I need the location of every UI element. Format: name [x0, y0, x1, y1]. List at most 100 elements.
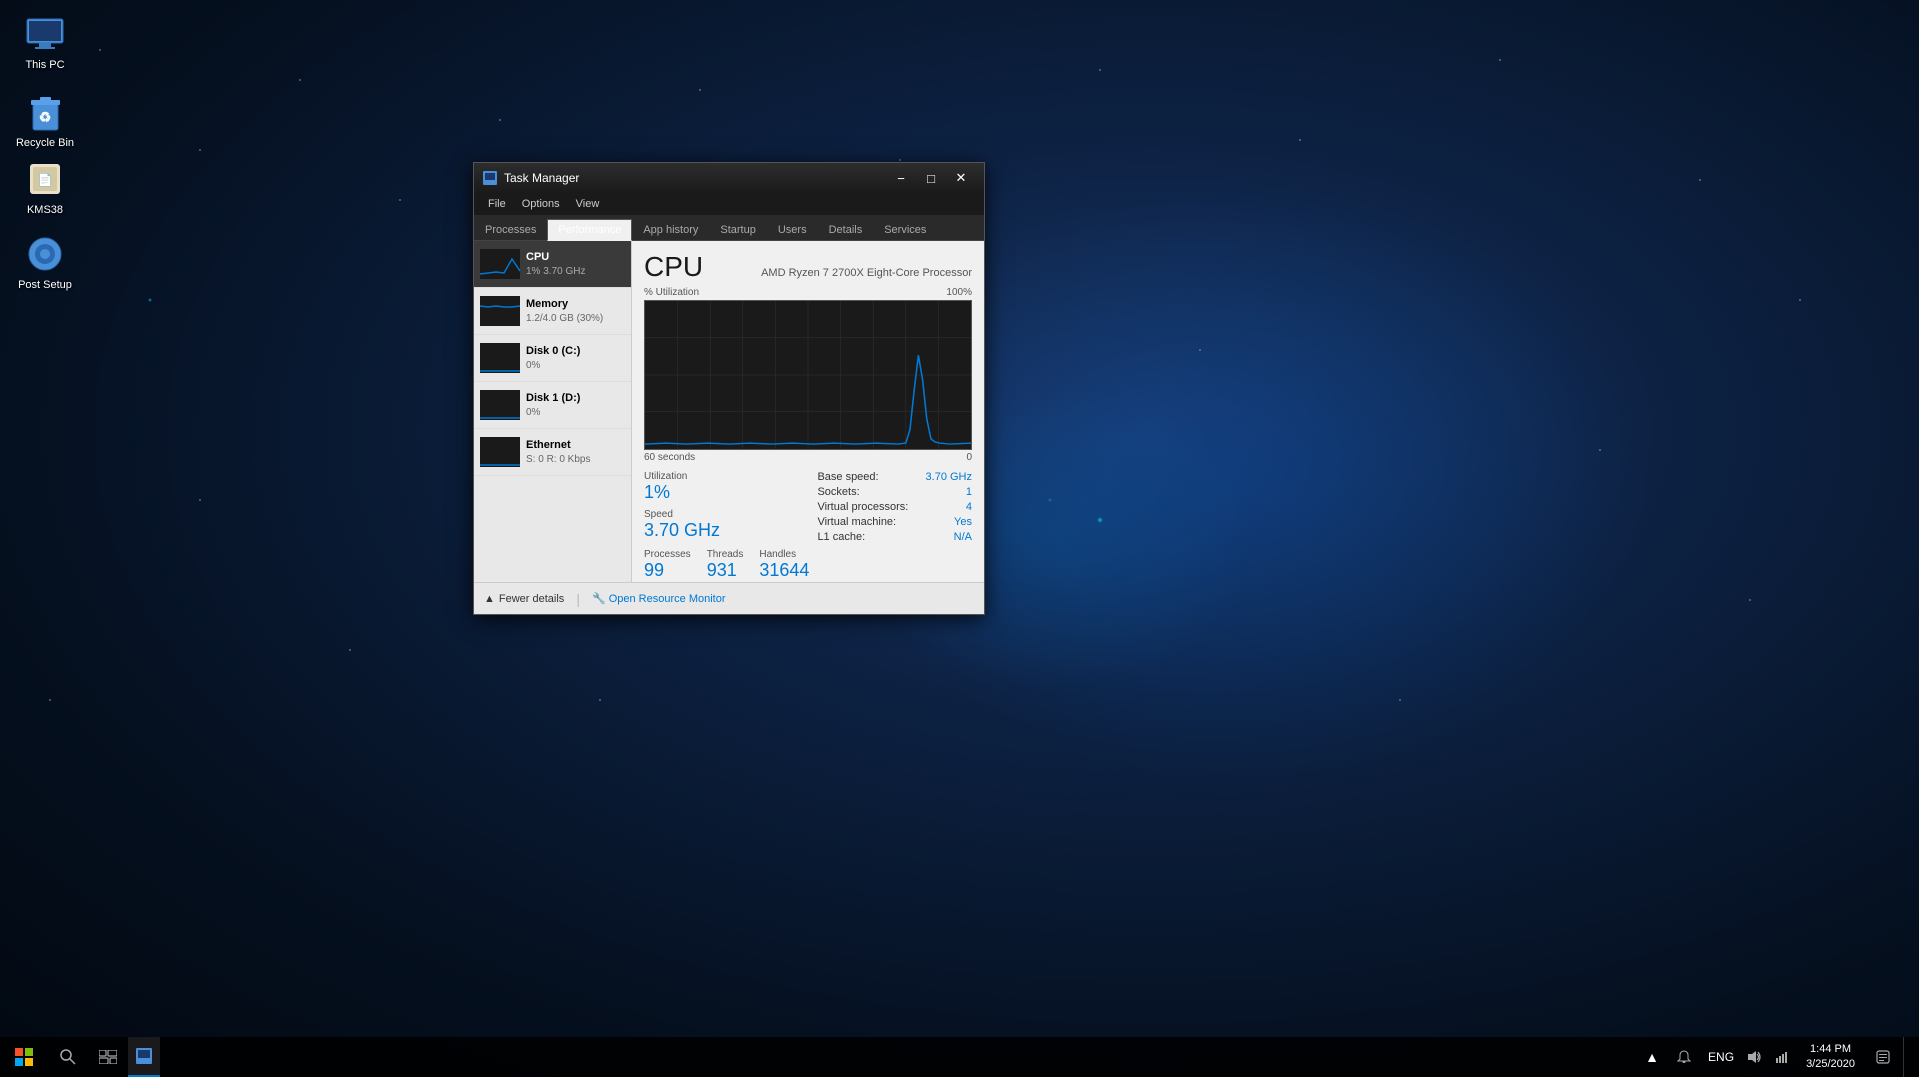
- cpu-info: CPU 1% 3.70 GHz: [526, 250, 585, 277]
- taskbar-clock[interactable]: 1:44 PM 3/25/2020: [1798, 1037, 1863, 1077]
- cpu-mini-graph: [480, 249, 520, 279]
- bottom-separator: |: [576, 591, 580, 607]
- disk0-name: Disk 0 (C:): [526, 344, 580, 358]
- resource-monitor-icon: 🔧: [592, 593, 606, 605]
- fewer-details-label: Fewer details: [499, 593, 564, 605]
- tm-detail: CPU AMD Ryzen 7 2700X Eight-Core Process…: [632, 241, 984, 582]
- cpu-graph-container: % Utilization 100%: [644, 287, 972, 463]
- window-controls: − □ ✕: [886, 163, 976, 193]
- tab-processes[interactable]: Processes: [474, 218, 547, 240]
- sidebar-item-ethernet[interactable]: Ethernet S: 0 R: 0 Kbps: [474, 429, 631, 476]
- action-center-button[interactable]: [1867, 1037, 1899, 1077]
- show-desktop-button[interactable]: [1903, 1037, 1911, 1077]
- menu-bar: File Options View: [474, 193, 984, 215]
- recycle-bin-icon: ♻: [25, 92, 65, 132]
- post-setup-label: Post Setup: [18, 278, 72, 292]
- cpu-graph: [644, 300, 972, 450]
- tab-startup[interactable]: Startup: [709, 218, 766, 240]
- virtual-machine-label: Virtual machine:: [817, 516, 896, 528]
- restore-button[interactable]: □: [916, 163, 946, 193]
- recycle-bin-label: Recycle Bin: [16, 136, 74, 150]
- tab-app-history[interactable]: App history: [632, 218, 709, 240]
- this-pc-label: This PC: [25, 58, 64, 72]
- l1-cache-value: N/A: [954, 531, 972, 543]
- tabs-bar: Processes Performance App history Startu…: [474, 215, 984, 241]
- tray-language[interactable]: ENG: [1704, 1050, 1738, 1064]
- threads-value: 931: [707, 561, 744, 581]
- virtual-machine-value: Yes: [954, 516, 972, 528]
- disk0-mini-graph: [480, 343, 520, 373]
- taskbar: ▲ ENG: [0, 1037, 1919, 1077]
- menu-file[interactable]: File: [480, 193, 514, 215]
- stat-handles: Handles 31644: [759, 549, 809, 581]
- taskbar-apps: [128, 1037, 1632, 1077]
- tab-users[interactable]: Users: [767, 218, 818, 240]
- fewer-details-button[interactable]: ▲ Fewer details: [484, 593, 564, 605]
- speed-value: 3.70 GHz: [644, 521, 809, 541]
- sockets-value: 1: [966, 486, 972, 498]
- base-speed-value: 3.70 GHz: [926, 471, 972, 483]
- stat-virtual-machine: Virtual machine: Yes: [817, 516, 972, 528]
- close-button[interactable]: ✕: [946, 163, 976, 193]
- graph-time-left: 60 seconds: [644, 452, 695, 463]
- memory-name: Memory: [526, 297, 603, 311]
- open-resource-monitor-link[interactable]: 🔧 Open Resource Monitor: [592, 592, 726, 605]
- tab-services[interactable]: Services: [873, 218, 937, 240]
- sidebar-item-cpu[interactable]: CPU 1% 3.70 GHz: [474, 241, 631, 288]
- sockets-label: Sockets:: [817, 486, 859, 498]
- tray-chevron[interactable]: ▲: [1640, 1037, 1664, 1077]
- desktop-icon-post-setup[interactable]: Post Setup: [5, 230, 85, 296]
- minimize-button[interactable]: −: [886, 163, 916, 193]
- tray-notification[interactable]: [1668, 1037, 1700, 1077]
- menu-options[interactable]: Options: [514, 193, 568, 215]
- cpu-title: CPU: [644, 251, 703, 283]
- task-manager-window: Task Manager − □ ✕ File Options View Pro…: [473, 162, 985, 615]
- tab-details[interactable]: Details: [818, 218, 874, 240]
- sidebar-item-memory[interactable]: Memory 1.2/4.0 GB (30%): [474, 288, 631, 335]
- post-setup-icon: [25, 234, 65, 274]
- graph-time-right: 0: [966, 452, 972, 463]
- taskbar-tray: ▲ ENG: [1632, 1037, 1919, 1077]
- disk0-info: Disk 0 (C:) 0%: [526, 344, 580, 371]
- sidebar-item-disk1[interactable]: Disk 1 (D:) 0%: [474, 382, 631, 429]
- tm-bottom-bar: ▲ Fewer details | 🔧 Open Resource Monito…: [474, 582, 984, 614]
- cpu-subtitle: AMD Ryzen 7 2700X Eight-Core Processor: [761, 267, 972, 279]
- menu-view[interactable]: View: [568, 193, 608, 215]
- memory-value: 1.2/4.0 GB (30%): [526, 312, 603, 325]
- kms38-icon: 📄: [25, 159, 65, 199]
- task-view-button[interactable]: [88, 1037, 128, 1077]
- handles-value: 31644: [759, 561, 809, 581]
- search-button[interactable]: [48, 1037, 88, 1077]
- sidebar-item-disk0[interactable]: Disk 0 (C:) 0%: [474, 335, 631, 382]
- stat-virtual-processors: Virtual processors: 4: [817, 501, 972, 513]
- svg-text:📄: 📄: [38, 173, 53, 187]
- tray-volume[interactable]: [1742, 1037, 1766, 1077]
- ethernet-name: Ethernet: [526, 438, 590, 452]
- resource-monitor-label: Open Resource Monitor: [609, 593, 726, 605]
- kms38-label: KMS38: [27, 203, 63, 217]
- disk1-value: 0%: [526, 406, 580, 419]
- threads-label: Threads: [707, 549, 744, 560]
- desktop-icon-recycle-bin[interactable]: ♻ Recycle Bin: [5, 88, 85, 154]
- desktop-icon-kms38[interactable]: 📄 KMS38: [5, 155, 85, 221]
- stats-grid: Utilization 1% Speed 3.70 GHz Processes …: [644, 471, 972, 582]
- stat-processes: Processes 99: [644, 549, 691, 581]
- svg-text:♻: ♻: [38, 109, 51, 125]
- memory-info: Memory 1.2/4.0 GB (30%): [526, 297, 603, 324]
- tray-network[interactable]: [1770, 1037, 1794, 1077]
- taskbar-task-manager-btn[interactable]: [128, 1037, 160, 1077]
- start-button[interactable]: [0, 1037, 48, 1077]
- virtual-processors-value: 4: [966, 501, 972, 513]
- tab-performance[interactable]: Performance: [547, 219, 632, 241]
- utilization-value: 1%: [644, 483, 809, 503]
- title-bar: Task Manager − □ ✕: [474, 163, 984, 193]
- cpu-detail-header: CPU AMD Ryzen 7 2700X Eight-Core Process…: [644, 251, 972, 283]
- utilization-label: Utilization: [644, 471, 809, 482]
- stat-group-right: Base speed: 3.70 GHz Sockets: 1 Virtual …: [817, 471, 972, 582]
- desktop-icon-this-pc[interactable]: This PC: [5, 10, 85, 76]
- stat-group-left: Utilization 1% Speed 3.70 GHz Processes …: [644, 471, 809, 582]
- processes-label: Processes: [644, 549, 691, 560]
- memory-mini-graph: [480, 296, 520, 326]
- tm-content: CPU 1% 3.70 GHz Memory 1.2/4.0 GB (3: [474, 241, 984, 582]
- graph-util-max: 100%: [946, 287, 972, 298]
